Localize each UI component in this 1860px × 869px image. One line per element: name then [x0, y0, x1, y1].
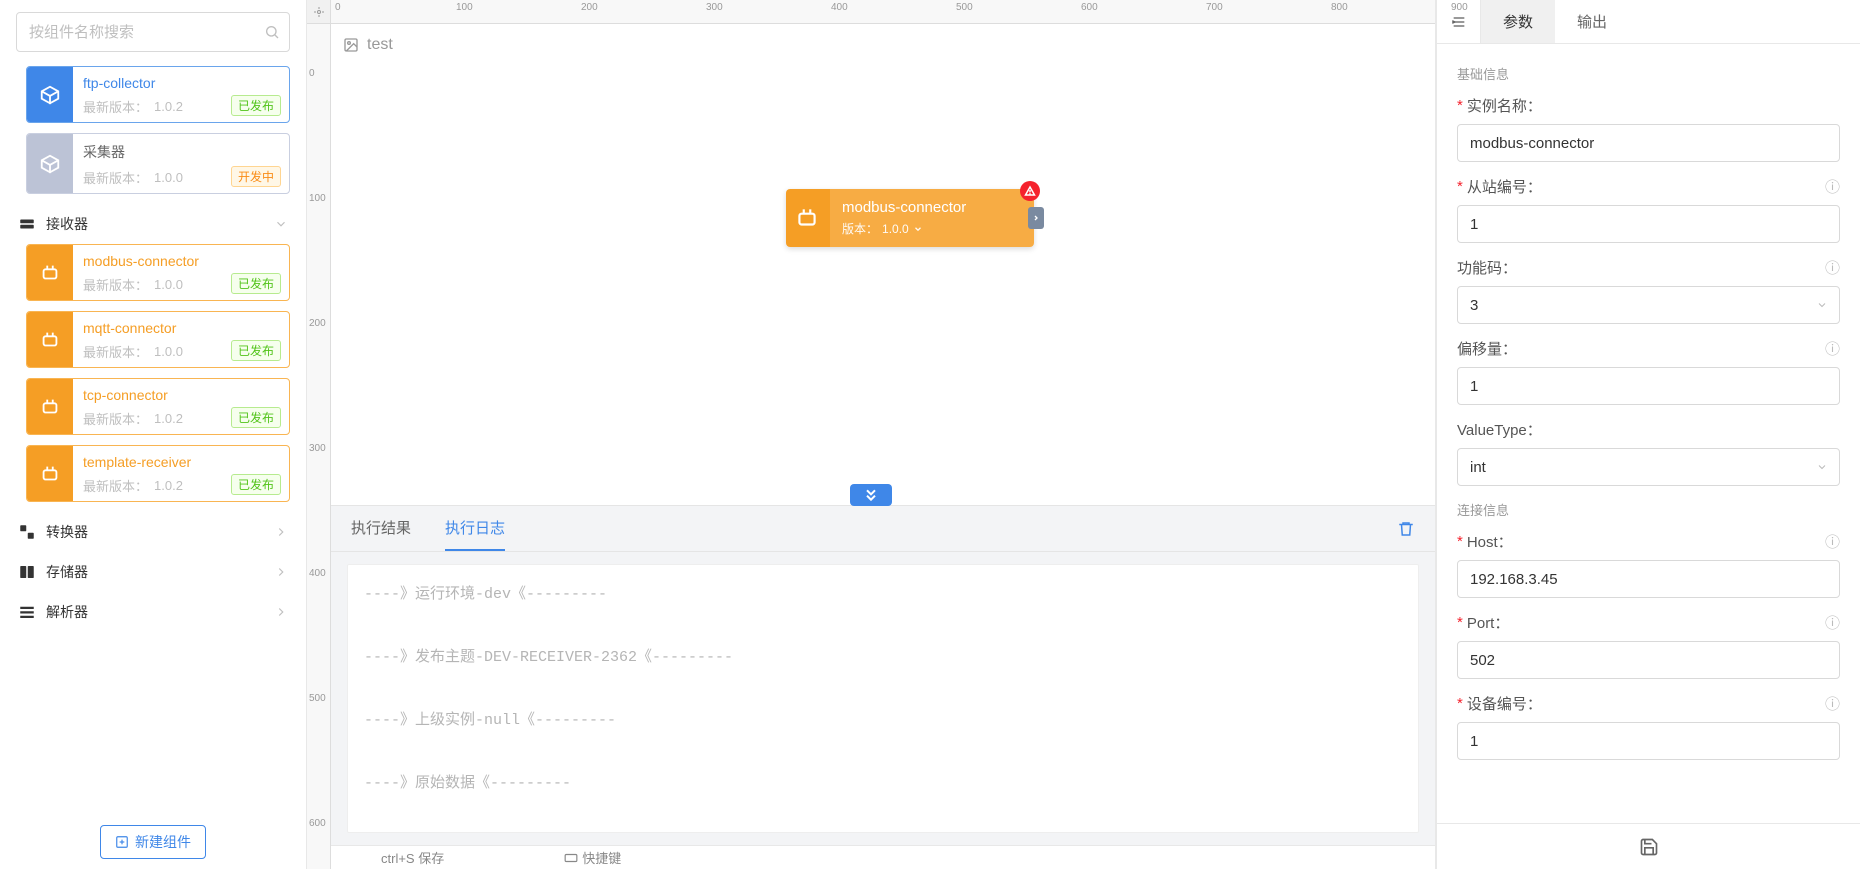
tab-exec-result[interactable]: 执行结果	[351, 506, 411, 551]
transformer-icon	[18, 523, 36, 541]
component-name: template-receiver	[83, 454, 279, 470]
offset-field[interactable]	[1457, 367, 1840, 405]
info-icon[interactable]: ⓘ	[1825, 693, 1840, 714]
plug-icon	[27, 245, 73, 300]
parser-icon	[18, 603, 36, 621]
plug-icon	[27, 312, 73, 367]
node-version-select[interactable]: 版本： 1.0.0	[842, 220, 1022, 237]
panel-collapse-button[interactable]	[850, 484, 892, 506]
log-panel: 执行结果 执行日志 ----》运行环境-dev《--------- ----》发…	[331, 505, 1435, 845]
info-icon[interactable]: ⓘ	[1825, 338, 1840, 359]
category-header-storage[interactable]: 存储器	[16, 552, 290, 592]
warning-icon	[1020, 181, 1040, 201]
status-badge: 已发布	[231, 340, 281, 361]
keyboard-icon	[564, 851, 578, 865]
tab-output[interactable]: 输出	[1555, 0, 1629, 43]
host-field[interactable]	[1457, 560, 1840, 598]
info-icon[interactable]: ⓘ	[1825, 176, 1840, 197]
device-id-field[interactable]	[1457, 722, 1840, 760]
box-icon	[27, 134, 73, 193]
tab-exec-log[interactable]: 执行日志	[445, 506, 505, 551]
properties-panel: 参数 输出 基础信息 *实例名称： *从站编号：ⓘ 功能码：ⓘ 偏移	[1436, 0, 1860, 869]
chevron-down-icon	[274, 217, 288, 231]
plus-icon	[115, 835, 129, 849]
category-header-receiver[interactable]: 接收器	[16, 204, 290, 244]
component-name: tcp-connector	[83, 387, 279, 403]
ruler-vertical: 0 100 200 300 400 500 600	[307, 24, 331, 869]
func-code-select[interactable]	[1457, 286, 1840, 324]
status-badge: 开发中	[231, 166, 281, 187]
port-field[interactable]	[1457, 641, 1840, 679]
component-card-collector[interactable]: 采集器 最新版本： 1.0.0 开发中	[26, 133, 290, 194]
plug-icon	[27, 379, 73, 434]
component-card-ftp-collector[interactable]: ftp-collector 最新版本： 1.0.2 已发布	[26, 66, 290, 123]
log-output[interactable]: ----》运行环境-dev《--------- ----》发布主题-DEV-RE…	[347, 564, 1419, 833]
component-card-tcp-connector[interactable]: tcp-connector 最新版本：1.0.2 已发布	[26, 378, 290, 435]
info-icon[interactable]: ⓘ	[1825, 257, 1840, 278]
component-card-mqtt-connector[interactable]: mqtt-connector 最新版本：1.0.0 已发布	[26, 311, 290, 368]
status-badge: 已发布	[231, 95, 281, 116]
plug-icon	[27, 446, 73, 501]
save-button[interactable]	[1639, 837, 1659, 857]
chevron-right-icon	[274, 525, 288, 539]
component-name: ftp-collector	[83, 75, 279, 91]
canvas: 0 100 200 300 400 500 600 700 800 900 0 …	[307, 0, 1436, 869]
component-name: mqtt-connector	[83, 320, 279, 336]
tab-params[interactable]: 参数	[1481, 0, 1555, 43]
statusbar: ctrl+S 保存 快捷键	[331, 845, 1435, 869]
component-name: 采集器	[83, 142, 279, 162]
status-shortcut-hint: 快捷键	[564, 848, 621, 867]
search-icon	[264, 24, 280, 40]
category-label: 解析器	[46, 602, 88, 622]
canvas-title: test	[343, 36, 393, 54]
version-label: 最新版本：	[83, 168, 148, 187]
node-title: modbus-connector	[842, 199, 1022, 216]
section-conn-title: 连接信息	[1457, 500, 1840, 519]
status-badge: 已发布	[231, 407, 281, 428]
status-badge: 已发布	[231, 273, 281, 294]
info-icon[interactable]: ⓘ	[1825, 612, 1840, 633]
category-label: 接收器	[46, 214, 88, 234]
status-badge: 已发布	[231, 474, 281, 495]
component-card-modbus-connector[interactable]: modbus-connector 最新版本：1.0.0 已发布	[26, 244, 290, 301]
value-type-select[interactable]	[1457, 448, 1840, 486]
chevron-right-icon	[274, 605, 288, 619]
chevron-down-icon	[913, 224, 923, 234]
status-save-hint: ctrl+S 保存	[381, 848, 444, 867]
version-label: 最新版本：	[83, 97, 148, 116]
ruler-origin-icon	[307, 0, 331, 24]
component-sidebar: ftp-collector 最新版本： 1.0.2 已发布 采集器 最新版本： …	[0, 0, 307, 869]
category-label: 存储器	[46, 562, 88, 582]
slave-id-field[interactable]	[1457, 205, 1840, 243]
component-version: 1.0.0	[154, 170, 183, 185]
component-version: 1.0.2	[154, 99, 183, 114]
info-icon[interactable]: ⓘ	[1825, 531, 1840, 552]
image-icon	[343, 37, 359, 53]
category-header-transformer[interactable]: 转换器	[16, 512, 290, 552]
receiver-icon	[18, 215, 36, 233]
storage-icon	[18, 563, 36, 581]
section-basic-title: 基础信息	[1457, 64, 1840, 83]
new-component-button[interactable]: 新建组件	[100, 825, 206, 859]
category-label: 转换器	[46, 522, 88, 542]
node-modbus-connector[interactable]: modbus-connector 版本： 1.0.0	[786, 189, 1034, 247]
component-name: modbus-connector	[83, 253, 279, 269]
component-card-template-receiver[interactable]: template-receiver 最新版本：1.0.2 已发布	[26, 445, 290, 502]
search-input[interactable]	[16, 12, 290, 52]
clear-log-button[interactable]	[1397, 520, 1415, 538]
box-icon	[27, 67, 73, 122]
node-output-port[interactable]	[1028, 207, 1044, 229]
chevron-right-icon	[274, 565, 288, 579]
instance-name-field[interactable]	[1457, 124, 1840, 162]
category-header-parser[interactable]: 解析器	[16, 592, 290, 632]
ruler-horizontal: 0 100 200 300 400 500 600 700 800 900	[331, 0, 1435, 24]
plug-icon	[794, 205, 820, 231]
